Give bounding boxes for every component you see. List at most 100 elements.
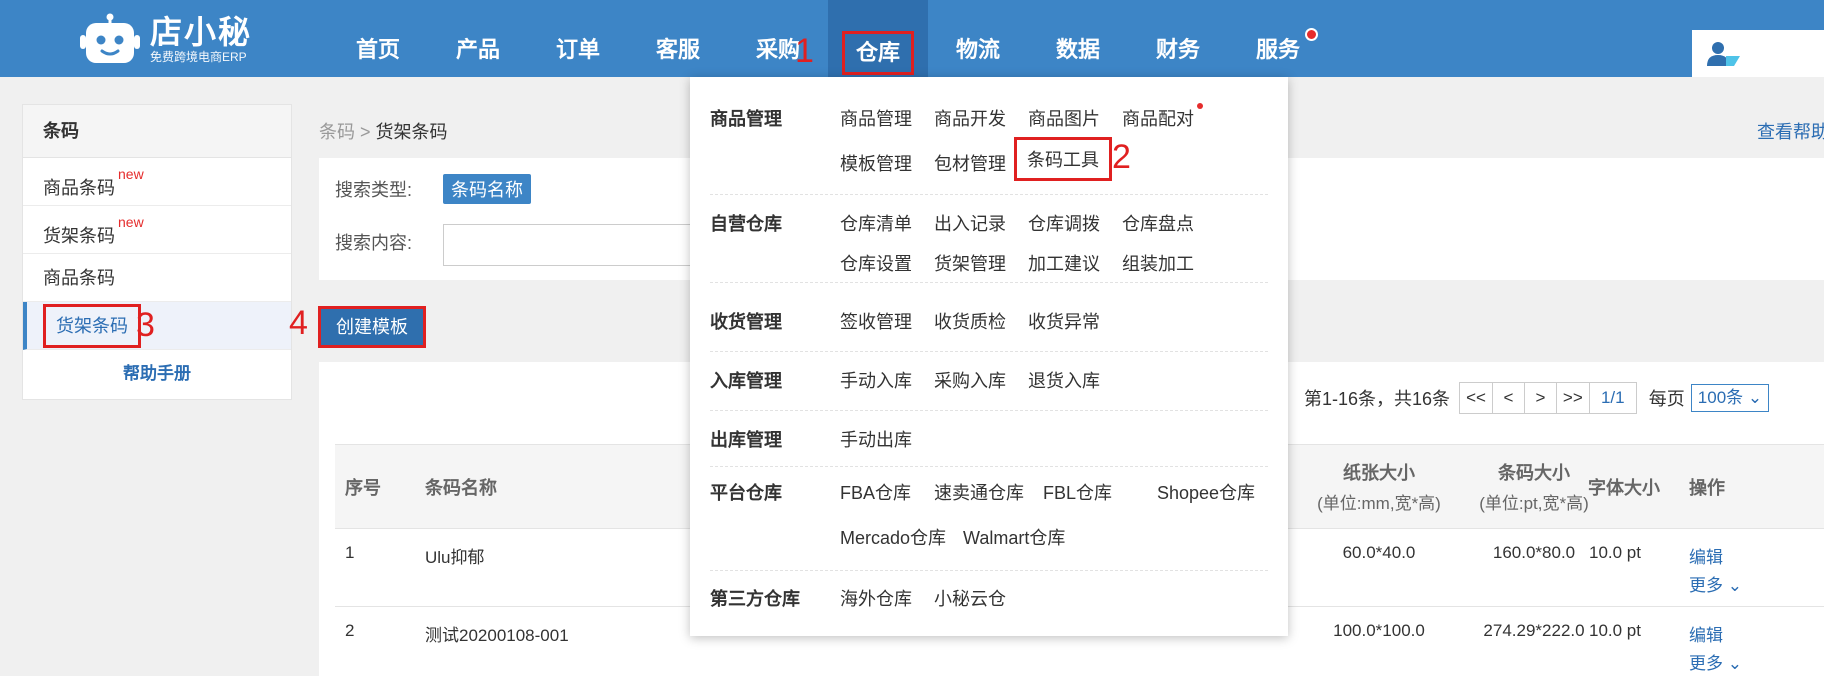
sidebar-item-product-barcode[interactable]: 商品条码 xyxy=(23,254,291,302)
create-template-button[interactable]: 创建模板 xyxy=(318,306,426,348)
menu-item[interactable]: Walmart仓库 xyxy=(963,524,1065,550)
menu-item[interactable]: 货架管理 xyxy=(934,250,1006,276)
prev-page-button[interactable]: < xyxy=(1491,382,1525,414)
view-help-link[interactable]: 查看帮助 xyxy=(1757,118,1824,144)
chevron-down-icon: ⌄ xyxy=(1747,388,1763,407)
menu-group-title: 入库管理 xyxy=(710,371,782,391)
logo-subtitle: 免费跨境电商ERP xyxy=(150,50,247,64)
col-paper-unit: (单位:mm,宽*高) xyxy=(1317,494,1441,513)
menu-item[interactable]: 商品图片 xyxy=(1028,105,1100,131)
sidebar: 条码 商品条码new 货架条码new 商品条码 货架条码 帮助手册 xyxy=(22,104,292,400)
nav-services-label: 服务 xyxy=(1255,37,1300,62)
current-page[interactable]: 1/1 xyxy=(1588,382,1637,414)
menu-item[interactable]: 出入记录 xyxy=(934,210,1006,236)
menu-item[interactable]: 商品管理 xyxy=(840,105,912,131)
notification-dot xyxy=(1305,28,1318,41)
menu-item[interactable]: 仓库盘点 xyxy=(1122,210,1194,236)
menu-divider xyxy=(710,282,1268,283)
menu-item[interactable]: 商品开发 xyxy=(934,105,1006,131)
edit-link[interactable]: 编辑 xyxy=(1689,621,1723,646)
menu-item[interactable]: 采购入库 xyxy=(934,367,1006,393)
menu-item[interactable]: 手动入库 xyxy=(840,367,912,393)
menu-item[interactable]: 仓库设置 xyxy=(840,250,912,276)
menu-group-title: 自营仓库 xyxy=(710,214,782,234)
menu-item[interactable]: 退货入库 xyxy=(1028,367,1100,393)
sidebar-item-shelf-barcode[interactable]: 货架条码 xyxy=(23,302,291,350)
row-name: 测试20200108-001 xyxy=(425,626,569,645)
menu-item[interactable]: Mercado仓库 xyxy=(840,524,946,550)
menu-item[interactable]: 签收管理 xyxy=(840,308,912,334)
annotation-4: 4 xyxy=(289,304,308,342)
row-index: 1 xyxy=(345,543,355,562)
logo-title: 店小秘 xyxy=(150,14,253,50)
first-page-button[interactable]: << xyxy=(1459,382,1493,414)
menu-item[interactable]: 速卖通仓库 xyxy=(934,479,1024,505)
col-barcode-unit: (单位:pt,宽*高) xyxy=(1479,494,1589,513)
per-page-select[interactable]: 100条 ⌄ xyxy=(1690,384,1770,412)
nav-logistics[interactable]: 物流 xyxy=(928,0,1028,77)
menu-divider xyxy=(710,410,1268,411)
menu-item[interactable]: 仓库调拨 xyxy=(1028,210,1100,236)
warehouse-dropdown-menu: 商品管理 商品管理 商品开发 商品图片 商品配对 模板管理 包材管理 条码工具 … xyxy=(690,77,1288,636)
menu-item[interactable]: 加工建议 xyxy=(1028,250,1100,276)
nav-customer-service[interactable]: 客服 xyxy=(628,0,728,77)
annotation-3: 3 xyxy=(136,306,155,344)
breadcrumb: 条码 > 货架条码 xyxy=(319,118,448,144)
sidebar-item-label: 货架条码 xyxy=(43,304,141,348)
nav-orders[interactable]: 订单 xyxy=(528,0,628,77)
search-type-option[interactable]: 条码名称 xyxy=(443,174,531,204)
nav-products[interactable]: 产品 xyxy=(428,0,528,77)
sidebar-item-shelf-barcode-new[interactable]: 货架条码new xyxy=(23,206,291,254)
menu-item[interactable]: Shopee仓库 xyxy=(1157,479,1255,505)
menu-item[interactable]: FBL仓库 xyxy=(1043,479,1112,505)
user-menu[interactable] xyxy=(1692,30,1824,77)
breadcrumb-separator: > xyxy=(355,122,376,142)
nav-data[interactable]: 数据 xyxy=(1028,0,1128,77)
nav-finance[interactable]: 财务 xyxy=(1128,0,1228,77)
pagination-info: 第1-16条，共16条 xyxy=(1304,389,1451,409)
help-manual-link[interactable]: 帮助手册 xyxy=(23,350,291,398)
sidebar-item-product-barcode-new[interactable]: 商品条码new xyxy=(23,158,291,206)
menu-item[interactable]: 收货质检 xyxy=(934,308,1006,334)
logo[interactable]: 店小秘 免费跨境电商ERP xyxy=(80,8,252,70)
menu-group-title: 出库管理 xyxy=(710,430,782,450)
menu-divider xyxy=(710,570,1268,571)
menu-item[interactable]: 包材管理 xyxy=(934,150,1006,176)
nav-services[interactable]: 服务 xyxy=(1228,0,1328,77)
col-paper-size: 纸张大小 xyxy=(1343,463,1415,483)
new-badge: new xyxy=(118,166,144,182)
menu-group-title: 收货管理 xyxy=(710,312,782,332)
top-navbar: 店小秘 免费跨境电商ERP 首页 产品 订单 客服 采购 仓库 物流 数据 财务… xyxy=(0,0,1824,77)
more-label: 更多 xyxy=(1689,576,1723,595)
per-page-label: 每页 xyxy=(1648,389,1685,409)
robot-logo-icon xyxy=(80,13,140,65)
nav-warehouse[interactable]: 仓库 xyxy=(828,0,928,77)
nav-home[interactable]: 首页 xyxy=(328,0,428,77)
row-barcode-size: 160.0*80.0 xyxy=(1492,543,1576,562)
menu-item-barcode-tool[interactable]: 条码工具 xyxy=(1014,137,1112,181)
row-index: 2 xyxy=(345,621,355,640)
menu-item[interactable]: 海外仓库 xyxy=(840,585,912,611)
menu-item[interactable]: 小秘云仓 xyxy=(934,585,1006,611)
menu-item[interactable]: 仓库清单 xyxy=(840,210,912,236)
edit-link[interactable]: 编辑 xyxy=(1689,543,1723,568)
breadcrumb-root[interactable]: 条码 xyxy=(319,122,355,142)
annotation-2: 2 xyxy=(1112,138,1131,176)
menu-item[interactable]: 模板管理 xyxy=(840,150,912,176)
row-paper-size: 60.0*40.0 xyxy=(1342,543,1416,562)
menu-item[interactable]: 商品配对 xyxy=(1122,105,1194,131)
menu-item[interactable]: 手动出库 xyxy=(840,426,912,452)
menu-item[interactable]: 组装加工 xyxy=(1122,250,1194,276)
col-barcode-size: 条码大小 xyxy=(1498,463,1570,483)
col-action: 操作 xyxy=(1689,478,1725,498)
menu-item[interactable]: FBA仓库 xyxy=(840,479,911,505)
menu-group-title: 第三方仓库 xyxy=(710,589,800,609)
row-font-size: 10.0 pt xyxy=(1589,543,1641,562)
more-menu[interactable]: 更多 ⌄ xyxy=(1689,571,1742,596)
last-page-button[interactable]: >> xyxy=(1555,382,1590,414)
menu-item[interactable]: 收货异常 xyxy=(1028,308,1100,334)
next-page-button[interactable]: > xyxy=(1523,382,1557,414)
menu-group-title: 平台仓库 xyxy=(710,483,782,503)
more-menu[interactable]: 更多 ⌄ xyxy=(1689,649,1742,674)
breadcrumb-current: 货架条码 xyxy=(375,122,448,142)
